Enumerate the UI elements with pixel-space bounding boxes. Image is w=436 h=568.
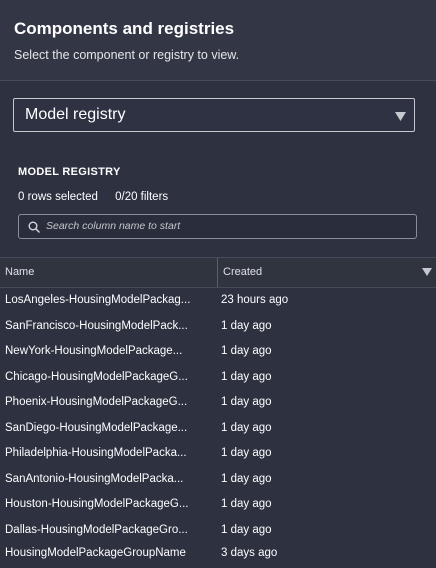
table-row[interactable]: Philadelphia-HousingModelPacka... 1 day … — [0, 441, 436, 466]
table-row[interactable]: Phoenix-HousingModelPackageG... 1 day ag… — [0, 390, 436, 415]
section-title: MODEL REGISTRY — [18, 166, 121, 178]
row-name: SanAntonio-HousingModelPacka... — [5, 472, 184, 485]
row-name: Dallas-HousingModelPackageGro... — [5, 523, 188, 536]
table-row[interactable]: SanFrancisco-HousingModelPack... 1 day a… — [0, 314, 436, 339]
row-created: 1 day ago — [221, 370, 272, 383]
row-name: SanFrancisco-HousingModelPack... — [5, 319, 188, 332]
search-icon — [28, 221, 40, 233]
table-row[interactable]: Houston-HousingModelPackageG... 1 day ag… — [0, 492, 436, 517]
search-placeholder: Search column name to start — [46, 220, 181, 232]
table-row[interactable]: HousingModelPackageGroupName 3 days ago — [0, 541, 436, 566]
row-name: NewYork-HousingModelPackage... — [5, 345, 183, 357]
dropdown-selected-value: Model registry — [25, 106, 126, 123]
filters-count: 0/20 filters — [115, 191, 169, 203]
selection-stats: 0 rows selected 0/20 filters — [18, 191, 168, 203]
row-name: Philadelphia-HousingModelPacka... — [5, 447, 187, 459]
row-created: 1 day ago — [221, 447, 272, 459]
column-header-name[interactable]: Name — [5, 258, 34, 287]
table-row[interactable]: Dallas-HousingModelPackageGro... 1 day a… — [0, 518, 436, 543]
row-created: 23 hours ago — [221, 294, 289, 306]
table-row[interactable]: Chicago-HousingModelPackageG... 1 day ag… — [0, 365, 436, 390]
registry-selector-dropdown[interactable]: Model registry — [13, 98, 415, 132]
row-created: 1 day ago — [221, 472, 272, 485]
row-created: 3 days ago — [221, 547, 278, 559]
table-row[interactable]: SanDiego-HousingModelPackage... 1 day ag… — [0, 416, 436, 441]
caret-down-icon — [395, 112, 406, 121]
row-created: 1 day ago — [221, 523, 272, 536]
row-name: SanDiego-HousingModelPackage... — [5, 421, 188, 434]
table-row[interactable]: LosAngeles-HousingModelPackag... 23 hour… — [0, 288, 436, 313]
table-row[interactable]: NewYork-HousingModelPackage... 1 day ago — [0, 339, 436, 364]
column-search-input[interactable]: Search column name to start — [18, 214, 417, 239]
panel-subtitle: Select the component or registry to view… — [14, 48, 240, 62]
column-header-created-label: Created — [223, 266, 263, 278]
row-created: 1 day ago — [221, 498, 272, 510]
row-name: LosAngeles-HousingModelPackag... — [5, 294, 191, 306]
sort-descending-icon[interactable] — [422, 268, 432, 276]
row-name: Chicago-HousingModelPackageG... — [5, 370, 188, 383]
row-created: 1 day ago — [221, 396, 272, 408]
row-name: Phoenix-HousingModelPackageG... — [5, 396, 188, 408]
table-row[interactable]: SanAntonio-HousingModelPacka... 1 day ag… — [0, 467, 436, 492]
panel-header: Components and registries Select the com… — [0, 0, 436, 81]
column-header-created[interactable]: Created — [217, 258, 436, 287]
row-created: 1 day ago — [221, 421, 272, 434]
row-name: Houston-HousingModelPackageG... — [5, 498, 189, 510]
table-header: Name Created — [0, 257, 436, 288]
row-created: 1 day ago — [221, 319, 272, 332]
row-name: HousingModelPackageGroupName — [5, 547, 186, 559]
row-created: 1 day ago — [221, 345, 272, 357]
rows-selected-count: 0 rows selected — [18, 191, 98, 203]
panel-title: Components and registries — [14, 19, 235, 38]
